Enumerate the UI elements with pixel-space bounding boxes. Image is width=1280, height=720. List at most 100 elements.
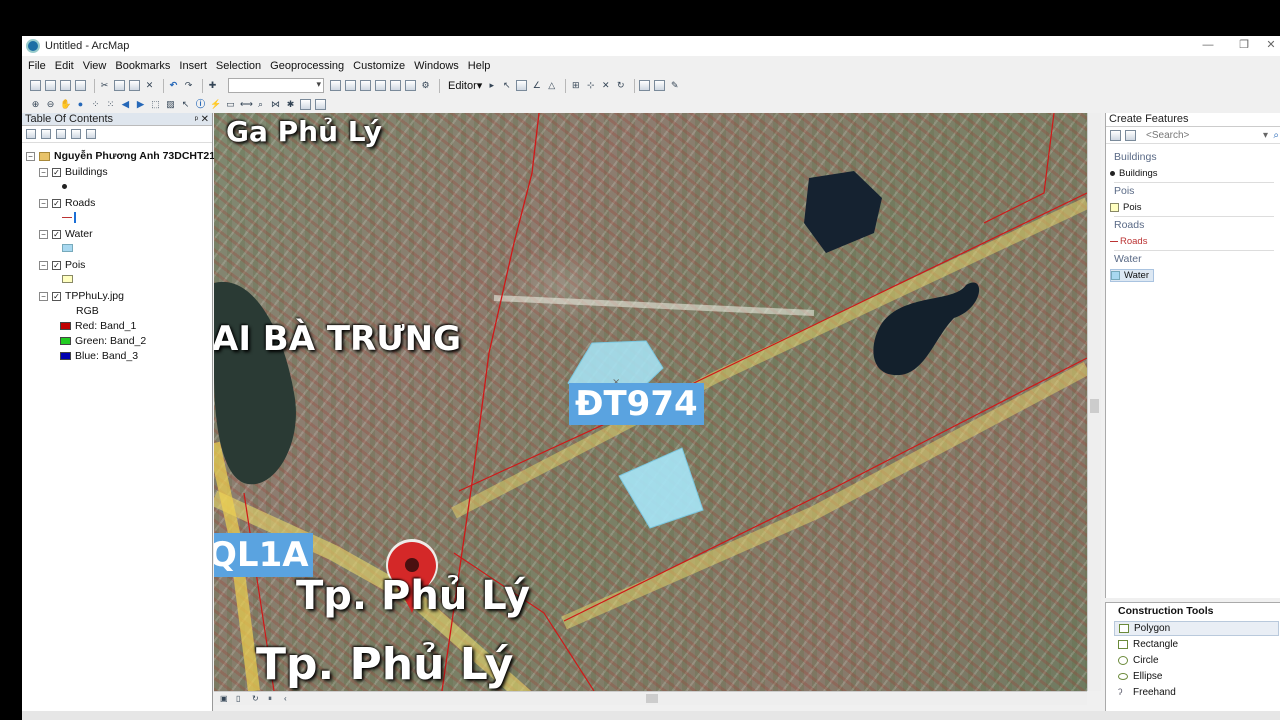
pan-icon[interactable]: ✋	[60, 99, 71, 110]
raster-red-band[interactable]: Red: Band_1	[60, 319, 136, 333]
select-elements-icon[interactable]: ↖	[180, 99, 191, 110]
edit-tool-icon[interactable]: ▸	[486, 80, 497, 91]
layer-visibility-checkbox[interactable]: ✓	[52, 167, 61, 177]
map-view[interactable]: × Ga Phủ Lý AI BÀ TRƯNG ĐT974 QL1A Tp. P…	[214, 113, 1087, 691]
tool-ellipse[interactable]: Ellipse	[1114, 669, 1279, 684]
collapse-icon[interactable]: −	[39, 198, 48, 208]
zoom-in-icon[interactable]: ⊕	[30, 99, 41, 110]
collapse-icon[interactable]: −	[39, 229, 48, 239]
template-buildings[interactable]: Buildings	[1110, 167, 1162, 180]
split-icon[interactable]: ⊞	[570, 80, 581, 91]
water-symbol[interactable]	[62, 241, 77, 255]
layer-row-water[interactable]: − ✓ Water	[39, 227, 93, 241]
tool-polygon[interactable]: Polygon	[1114, 621, 1279, 636]
collapse-icon[interactable]: −	[39, 291, 48, 301]
search-window-icon[interactable]	[375, 80, 386, 91]
rotate-icon[interactable]: ↻	[615, 80, 626, 91]
find-route-icon[interactable]: ⋈	[270, 99, 281, 110]
undo-icon[interactable]: ↶	[168, 80, 179, 91]
catalog-icon[interactable]	[360, 80, 371, 91]
map-scale-combo[interactable]	[228, 78, 324, 93]
toc-options-icon[interactable]	[86, 129, 96, 139]
zoom-out-icon[interactable]: ⊖	[45, 99, 56, 110]
menu-selection[interactable]: Selection	[216, 60, 261, 72]
menu-bookmarks[interactable]: Bookmarks	[115, 60, 170, 72]
pause-drawing-icon[interactable]: ⏸	[268, 694, 278, 704]
menu-file[interactable]: File	[28, 60, 46, 72]
pois-symbol[interactable]	[62, 272, 77, 286]
menu-edit[interactable]: Edit	[55, 60, 74, 72]
restore-button[interactable]: ❐	[1226, 36, 1262, 56]
layer-visibility-checkbox[interactable]: ✓	[52, 291, 61, 301]
collapse-icon[interactable]: −	[39, 260, 48, 270]
refresh-icon[interactable]: ↻	[252, 694, 262, 704]
list-by-drawing-order-icon[interactable]	[26, 129, 36, 139]
list-by-source-icon[interactable]	[41, 129, 51, 139]
water-polygon[interactable]	[618, 447, 704, 529]
point-icon[interactable]: △	[546, 80, 557, 91]
forward-extent-icon[interactable]: ▶	[135, 99, 146, 110]
table-of-contents-icon[interactable]	[345, 80, 356, 91]
tool-rectangle[interactable]: Rectangle	[1114, 637, 1279, 652]
html-popup-icon[interactable]: ▭	[225, 99, 236, 110]
fixed-zoom-out-icon[interactable]: ⁙	[105, 99, 116, 110]
tool-circle[interactable]: Circle	[1114, 653, 1279, 668]
map-vertical-scrollbar[interactable]	[1087, 113, 1101, 691]
redo-icon[interactable]: ↷	[183, 80, 194, 91]
straight-segment-icon[interactable]	[516, 80, 528, 91]
trace-icon[interactable]: ∠	[531, 80, 542, 91]
tool-freehand[interactable]: ʔ Freehand	[1114, 685, 1279, 700]
measure-icon[interactable]: ⟷	[240, 99, 253, 110]
close-window-button[interactable]: ✕	[1262, 36, 1280, 56]
data-view-icon[interactable]: ▣	[220, 694, 230, 704]
template-water[interactable]: Water	[1110, 269, 1154, 282]
save-icon[interactable]	[60, 80, 71, 91]
scrollbar-thumb[interactable]	[1090, 399, 1099, 413]
identify-icon[interactable]: ⓘ	[195, 99, 206, 110]
attributes-icon[interactable]	[639, 80, 651, 91]
layer-visibility-checkbox[interactable]: ✓	[52, 229, 61, 239]
full-extent-icon[interactable]: ●	[75, 99, 86, 110]
arctoolbox-icon[interactable]	[390, 80, 401, 91]
layer-row-buildings[interactable]: − ✓ Buildings	[39, 165, 108, 179]
hyperlink-icon[interactable]: ⚡	[210, 99, 221, 110]
minimize-button[interactable]: —	[1190, 36, 1226, 56]
print-icon[interactable]	[75, 80, 86, 91]
model-builder-icon[interactable]: ⚙	[420, 80, 431, 91]
copy-icon[interactable]	[114, 80, 125, 91]
layout-view-icon[interactable]: ▯	[236, 694, 246, 704]
viewer-window-icon[interactable]	[315, 99, 326, 110]
layer-visibility-checkbox[interactable]: ✓	[52, 260, 61, 270]
delete-icon[interactable]: ✕	[144, 80, 155, 91]
time-slider-icon[interactable]	[300, 99, 311, 110]
layer-row-raster[interactable]: − ✓ TPPhuLy.jpg	[39, 289, 124, 303]
menu-customize[interactable]: Customize	[353, 60, 405, 72]
new-document-icon[interactable]	[30, 80, 41, 91]
cut-icon[interactable]: ✂	[99, 80, 110, 91]
collapse-icon[interactable]: −	[26, 151, 35, 161]
roads-symbol[interactable]	[62, 210, 76, 224]
list-by-selection-icon[interactable]	[71, 129, 81, 139]
layer-row-roads[interactable]: − ✓ Roads	[39, 196, 95, 210]
horizontal-scrollbar-thumb[interactable]	[646, 694, 658, 703]
raster-blue-band[interactable]: Blue: Band_3	[60, 349, 138, 363]
layer-row-pois[interactable]: − ✓ Pois	[39, 258, 85, 272]
menu-view[interactable]: View	[83, 60, 107, 72]
collapse-icon[interactable]: −	[39, 167, 48, 177]
go-to-xy-icon[interactable]: ✱	[285, 99, 296, 110]
editor-menu-button[interactable]: Editor▾	[448, 79, 482, 92]
python-icon[interactable]	[405, 80, 416, 91]
select-features-icon[interactable]: ⬚	[150, 99, 161, 110]
scroll-left-icon[interactable]: ‹	[284, 694, 294, 704]
edit-annotation-icon[interactable]: ↖	[501, 80, 512, 91]
buildings-symbol[interactable]	[62, 179, 67, 193]
template-roads[interactable]: Roads	[1110, 235, 1151, 248]
paste-icon[interactable]	[129, 80, 140, 91]
menu-geoprocessing[interactable]: Geoprocessing	[270, 60, 344, 72]
template-pois[interactable]: Pois	[1110, 201, 1145, 214]
menu-windows[interactable]: Windows	[414, 60, 459, 72]
sketch-properties-icon[interactable]	[654, 80, 666, 91]
template-search-input[interactable]: <Search>	[1146, 130, 1189, 141]
filter-icon[interactable]	[1125, 129, 1136, 141]
menu-insert[interactable]: Insert	[179, 60, 207, 72]
